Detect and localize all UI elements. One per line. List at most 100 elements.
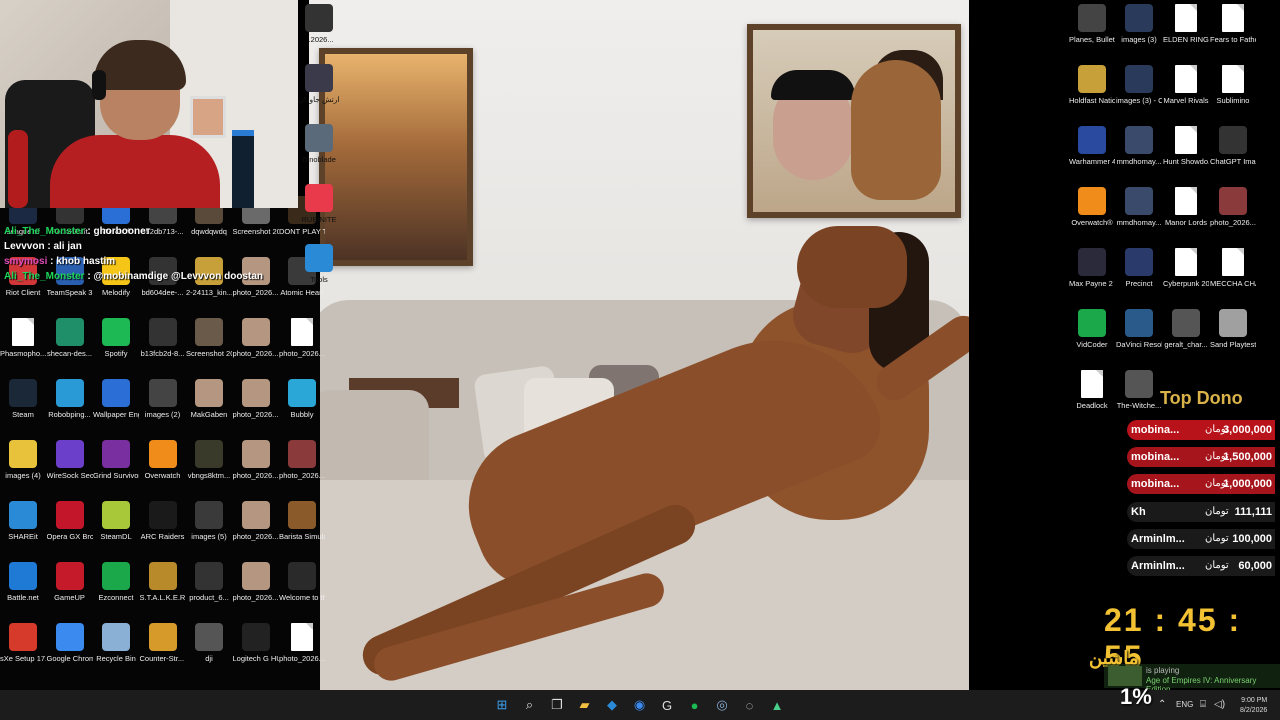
desktop-icon-makgaben[interactable]: MakGaben <box>186 379 232 419</box>
desktop-icon-phasmopho[interactable]: Phasmopho... <box>0 318 46 358</box>
grind-survivors-icon <box>102 440 130 468</box>
desktop-icon-deadlock[interactable]: Deadlock <box>1069 370 1115 410</box>
chat-line: smymosi : khob hastim <box>4 256 116 267</box>
desktop-icon-warhammer-40-000-spa[interactable]: Warhammer 40,000 Spa... <box>1069 126 1115 166</box>
desktop-icon-overwatch[interactable]: Overwatch® <box>1069 187 1115 227</box>
task-view-icon[interactable]: ❐ <box>546 694 568 716</box>
desktop-icon-photo-2026[interactable]: photo_2026... <box>279 623 325 663</box>
desktop-icon-photo-2026[interactable]: photo_2026... <box>279 318 325 358</box>
photo-2026-icon <box>241 318 270 346</box>
desktop-icon-sand-playtest[interactable]: Sand Playtest <box>1210 309 1256 349</box>
desktop-icon-images-5[interactable]: images (5) <box>186 501 232 541</box>
desktop-icon-screenshot-2026-06[interactable]: Screenshot 2026-06-... <box>186 318 232 358</box>
desktop-icon-dinoblade[interactable]: Dinoblade <box>296 124 342 164</box>
desktop-icon-ezconnect[interactable]: Ezconnect <box>93 562 139 602</box>
images-4-icon <box>9 440 37 468</box>
desktop-icon-images-3-copy[interactable]: images (3) - Copy <box>1116 65 1162 105</box>
network-icon[interactable]: ⌸ <box>1200 699 1206 710</box>
desktop-icon-shareit[interactable]: SHAREit <box>0 501 46 541</box>
desktop-icon-recycle-bin[interactable]: Recycle Bin <box>93 623 139 663</box>
desktop-icon-label: photo_2026... <box>279 654 325 663</box>
desktop-icon-wallpaper-engine[interactable]: Wallpaper Engine <box>93 379 139 419</box>
file-explorer-icon[interactable]: ▰ <box>574 694 596 716</box>
desktop-icon-photo-2026[interactable]: photo_2026... <box>233 562 279 602</box>
desktop-icon-photo-2026[interactable]: photo_2026... <box>1210 187 1256 227</box>
chevron-up-icon[interactable]: ⌃ <box>1158 699 1166 710</box>
desktop-icon-wiresock-secure[interactable]: WireSock Secure ... <box>47 440 93 480</box>
desktop-icon-photo-2026[interactable]: photo_2026... <box>233 440 279 480</box>
desktop-icon-spotify[interactable]: Spotify <box>93 318 139 358</box>
desktop-icon-planes-bullets-an[interactable]: Planes, Bullets an... <box>1069 4 1115 44</box>
desktop-icon-cyberpunk-2077[interactable]: Cyberpunk 2077 <box>1163 248 1209 288</box>
desktop-icon-sxe-setup-17-2[interactable]: sXe Setup 17.2 <box>0 623 46 663</box>
desktop-icon-label: ELDEN RING NIGHTREIGN <box>1163 35 1209 44</box>
desktop-icon-s-t-a-l-k-e-r-2-heart-of[interactable]: S.T.A.L.K.E.R. 2 Heart of ... <box>140 562 186 602</box>
desktop-icon-images-3[interactable]: images (3) <box>1116 4 1162 44</box>
desktop-icon-logitech-g-hub[interactable]: Logitech G HUB <box>233 623 279 663</box>
desktop-icon-images-2[interactable]: images (2) <box>140 379 186 419</box>
steam-icon[interactable]: ◎ <box>711 694 733 716</box>
desktop-icon-marvel-rivals[interactable]: Marvel Rivals <box>1163 65 1209 105</box>
desktop-icon-photo-2026[interactable]: photo_2026... <box>279 440 325 480</box>
desktop-icon-chatgpt-image-jun[interactable]: ChatGPT Image Jun ... <box>1210 126 1256 166</box>
desktop-icon-mmdhomay[interactable]: mmdhomay... <box>1116 126 1162 166</box>
desktop-icon-grind-survivors[interactable]: Grind Survivors <box>93 440 139 480</box>
desktop-icon-elden-ring-nightreign[interactable]: ELDEN RING NIGHTREIGN <box>1163 4 1209 44</box>
desktop-icon-steamdl[interactable]: SteamDL <box>93 501 139 541</box>
chrome-icon[interactable]: ◉ <box>629 694 651 716</box>
desktop-icon-2026[interactable]: ...2026... <box>296 4 342 44</box>
vscode-icon[interactable]: ◆ <box>601 694 623 716</box>
desktop-icon-meccha-chameleon[interactable]: MECCHA CHAMELEON <box>1210 248 1256 288</box>
desktop-icon-dji[interactable]: dji <box>186 623 232 663</box>
volume-icon[interactable]: ◁) <box>1214 699 1225 710</box>
desktop-icon-welcome-to-the-game[interactable]: Welcome to the Game... <box>279 562 325 602</box>
logitech-icon[interactable]: G <box>656 694 678 716</box>
obs-icon[interactable]: ◌ <box>739 694 761 716</box>
desktop-icon-b13fcb2d-8[interactable]: b13fcb2d-8... <box>140 318 186 358</box>
desktop-icon-overwatch[interactable]: Overwatch <box>140 440 186 480</box>
desktop-icon-label: Holdfast Nations ... <box>1069 96 1115 105</box>
desktop-icon-item[interactable]: ارتش جاودان <box>296 64 342 104</box>
start-icon[interactable]: ⊞ <box>491 694 513 716</box>
desktop-icon-precinct[interactable]: Precinct <box>1116 248 1162 288</box>
desktop-icon-photo-2026[interactable]: photo_2026... <box>233 379 279 419</box>
desktop-icon-photo-2026[interactable]: photo_2026... <box>233 501 279 541</box>
desktop-icon-photo-2026[interactable]: photo_2026... <box>233 318 279 358</box>
desktop-icon-max-payne-2-the-fall-of[interactable]: Max Payne 2 The Fall of ... <box>1069 248 1115 288</box>
desktop-icon-davinci-resolve[interactable]: DaVinci Resolve <box>1116 309 1162 349</box>
desktop-icon-hunt-showdo[interactable]: Hunt Showdo... <box>1163 126 1209 166</box>
desktop-icon-vbngs8ktm[interactable]: vbngs8ktm... <box>186 440 232 480</box>
spotify-icon[interactable]: ● <box>684 694 706 716</box>
desktop-icon-shecan-des[interactable]: shecan-des... <box>47 318 93 358</box>
desktop-icon-label: vbngs8ktm... <box>187 471 231 480</box>
now-playing-status: is playing <box>1146 666 1180 675</box>
desktop-icon-battle-net[interactable]: Battle.net <box>0 562 46 602</box>
desktop-icon-steam[interactable]: Steam <box>0 379 46 419</box>
desktop-icon-manor-lords[interactable]: Manor Lords <box>1163 187 1209 227</box>
desktop-icon-barista-simulator[interactable]: Barista Simulator <box>279 501 325 541</box>
desktop-icon-robobping[interactable]: Robobping... <box>47 379 93 419</box>
desktop-icon-fears-to-fathom-sc[interactable]: Fears to Fathom - Sc... <box>1210 4 1256 44</box>
desktop-icon-gameup[interactable]: GameUP <box>47 562 93 602</box>
language-indicator[interactable]: ENG <box>1176 700 1193 709</box>
desktop-icon-rubinite[interactable]: RUBINITE <box>296 184 342 224</box>
desktop-icon-the-witche[interactable]: The-Witche... <box>1116 370 1162 410</box>
desktop-icon-images-4[interactable]: images (4) <box>0 440 46 480</box>
desktop-icon-sublimino[interactable]: Sublimino <box>1210 65 1256 105</box>
desktop-icon-arc-raiders[interactable]: ARC Raiders <box>140 501 186 541</box>
app-icon[interactable]: ▲ <box>766 694 788 716</box>
tray-clock[interactable]: 9:00 PM 8/2/2026 <box>1240 696 1267 716</box>
desktop-icon-holdfast-nations[interactable]: Holdfast Nations ... <box>1069 65 1115 105</box>
desktop-icon-geralt-char[interactable]: geralt_char... <box>1163 309 1209 349</box>
desktop-icon-label: photo_2026... <box>232 288 279 297</box>
search-icon[interactable]: ⌕ <box>519 694 541 716</box>
desktop-icon-label: photo_2026... <box>279 471 325 480</box>
desktop-icon-product-6[interactable]: product_6... <box>186 562 232 602</box>
desktop-icon-vidcoder[interactable]: VidCoder <box>1069 309 1115 349</box>
cpu-percent-overlay: 1% <box>1120 684 1152 709</box>
desktop-icon-opera-gx-browser[interactable]: Opera GX Browser <box>47 501 93 541</box>
desktop-icon-mmdhomay[interactable]: mmdhomay... <box>1116 187 1162 227</box>
desktop-icon-bubbly[interactable]: Bubbly <box>279 379 325 419</box>
desktop-icon-counter-str-2[interactable]: Counter-Str... 2 <box>140 623 186 663</box>
desktop-icon-google-chrome[interactable]: Google Chrome <box>47 623 93 663</box>
